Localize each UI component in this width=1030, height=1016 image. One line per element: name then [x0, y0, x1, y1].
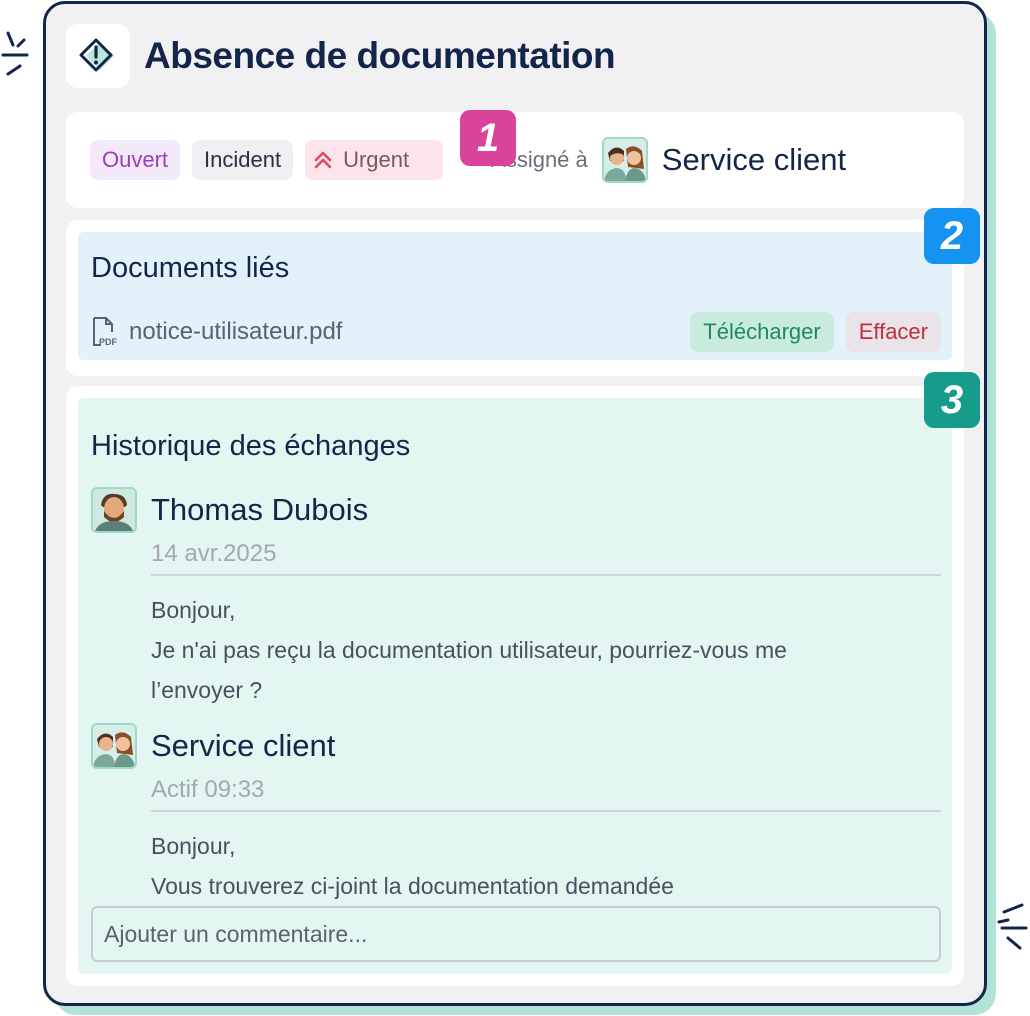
message-author: Service client	[151, 728, 336, 763]
message-line: Bonjour,	[151, 833, 236, 859]
ticket-header: Absence de documentation	[66, 24, 616, 88]
delete-button[interactable]: Effacer	[845, 312, 941, 352]
message-item: Thomas Dubois 14 avr.2025 Bonjour, Je n'…	[91, 486, 941, 710]
diamond-alert-icon	[66, 24, 130, 88]
documents-section: Documents liés PDF notice-utilisateur.pd…	[78, 232, 952, 360]
file-name[interactable]: notice-utilisateur.pdf	[129, 318, 690, 346]
ticket-card: Absence de documentation Ouvert Incident…	[43, 1, 987, 1006]
message-item: Service client Actif 09:33 Bonjour, Vous…	[91, 722, 941, 906]
spark-decoration-right	[997, 903, 1028, 950]
message-time: 14 avr.2025	[151, 540, 941, 576]
type-badge[interactable]: Incident	[192, 140, 294, 180]
status-badge[interactable]: Ouvert	[90, 140, 181, 180]
documents-title: Documents liés	[91, 252, 290, 284]
comment-input[interactable]	[91, 906, 941, 962]
status-row: Ouvert Incident Urgent Assigné à Service…	[90, 136, 950, 184]
message-line: l’envoyer ?	[151, 677, 263, 703]
pdf-file-icon: PDF	[91, 316, 119, 348]
assignee-name[interactable]: Service client	[662, 142, 846, 178]
callout-badge-2: 2	[924, 208, 980, 264]
message-author: Thomas Dubois	[151, 492, 369, 527]
message-time: Actif 09:33	[151, 776, 941, 812]
message-line: Bonjour,	[151, 597, 236, 623]
avatar[interactable]	[91, 487, 137, 533]
priority-label: Urgent	[343, 147, 410, 172]
history-title: Historique des échanges	[91, 430, 411, 462]
avatar[interactable]	[91, 723, 137, 769]
callout-badge-3: 3	[924, 372, 980, 428]
page-title: Absence de documentation	[144, 35, 616, 76]
assignee-avatar[interactable]	[601, 137, 648, 183]
message-line: Je n'ai pas reçu la documentation utilis…	[151, 637, 787, 663]
svg-text:PDF: PDF	[99, 337, 118, 347]
history-section: Historique des échanges Thomas Dubois 14…	[78, 398, 952, 974]
priority-badge[interactable]: Urgent	[305, 140, 444, 180]
history-panel: Historique des échanges Thomas Dubois 14…	[66, 386, 964, 986]
message-body: Bonjour, Vous trouverez ci-joint la docu…	[151, 826, 941, 906]
message-header: Service client	[91, 722, 941, 770]
spark-decoration-left	[1, 31, 29, 76]
download-button[interactable]: Télécharger	[690, 312, 834, 352]
message-body: Bonjour, Je n'ai pas reçu la documentati…	[151, 590, 941, 710]
stage: Absence de documentation Ouvert Incident…	[0, 0, 1030, 1016]
message-header: Thomas Dubois	[91, 486, 941, 534]
documents-panel: Documents liés PDF notice-utilisateur.pd…	[66, 220, 964, 376]
message-line: Vous trouverez ci-joint la documentation…	[151, 873, 674, 899]
double-chevron-up-icon	[311, 148, 335, 172]
file-row: PDF notice-utilisateur.pdf Télécharger E…	[91, 312, 941, 352]
callout-badge-1: 1	[460, 110, 516, 166]
